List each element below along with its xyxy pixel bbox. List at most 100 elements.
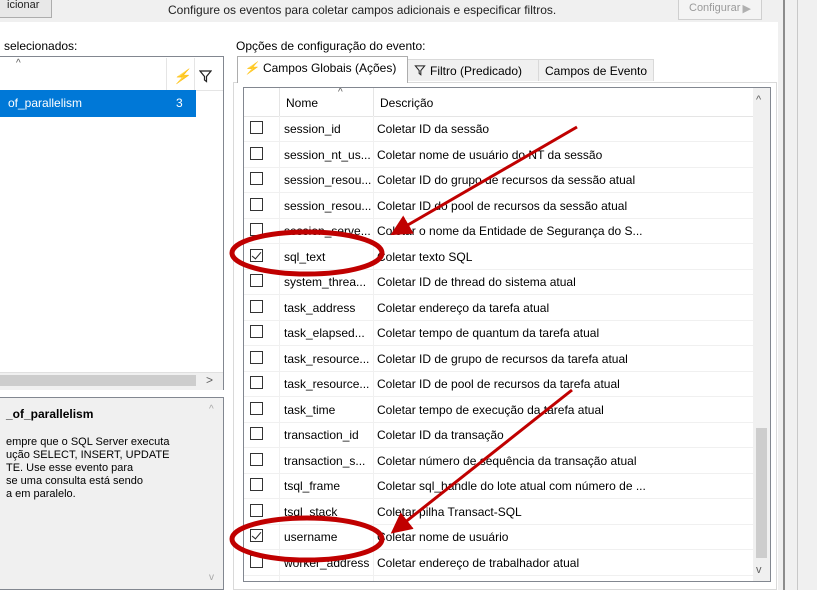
field-name: transaction_id: [284, 428, 359, 442]
field-description: Coletar número de sequência da transação…: [377, 453, 637, 468]
table-row[interactable]: worker_address Coletar endereço de trabal…: [244, 550, 754, 576]
horizontal-scroll-thumb[interactable]: [0, 375, 196, 386]
selected-events-name-column[interactable]: [0, 58, 167, 90]
field-name: tsql_frame: [284, 479, 341, 493]
field-description: Coletar ID de pool de recursos da tarefa…: [377, 377, 620, 391]
field-name: session_serve...: [284, 224, 371, 238]
grid-scroll-thumb[interactable]: [756, 428, 767, 558]
event-description-title: _of_parallelism: [6, 407, 94, 421]
field-description: Coletar ID de thread do sistema atual: [377, 275, 576, 289]
table-row[interactable]: task_time Coletar tempo de execução da ta…: [244, 397, 754, 423]
tab-global-fields[interactable]: ⚡ Campos Globais (Ações): [237, 56, 408, 83]
configure-button-label: Configurar: [689, 2, 741, 14]
event-config-label: Opções de configuração do evento:: [236, 39, 426, 53]
global-fields-grid[interactable]: Nome ^ Descrição session_id Coletar ID da…: [243, 87, 771, 582]
scroll-down-icon[interactable]: v: [756, 564, 762, 576]
table-row[interactable]: sql_text Coletar texto SQL: [244, 244, 754, 270]
field-checkbox[interactable]: [250, 427, 263, 440]
field-name: task_resource...: [284, 377, 370, 391]
column-header-description[interactable]: Descrição: [380, 96, 433, 110]
field-description: Coletar texto SQL: [377, 249, 473, 264]
table-row[interactable]: session_nt_us... Coletar nome de usuário …: [244, 142, 754, 168]
field-name: task_address: [284, 300, 356, 315]
field-checkbox[interactable]: [250, 376, 263, 389]
table-row[interactable]: session_id Coletar ID da sessão: [244, 116, 754, 142]
sort-ascending-icon: ^: [16, 58, 21, 69]
scroll-down-icon[interactable]: v: [209, 572, 214, 583]
table-row[interactable]: session_resou... Coletar ID do pool de re…: [244, 193, 754, 219]
table-row[interactable]: transaction_id Coletar ID da transação: [244, 422, 754, 448]
field-checkbox[interactable]: [250, 529, 263, 542]
field-description: Coletar sql_handle do lote atual com núm…: [377, 479, 646, 493]
table-row[interactable]: task_elapsed... Coletar tempo de quantum …: [244, 320, 754, 346]
field-name: username: [284, 530, 338, 544]
window-divider: [783, 0, 785, 590]
field-checkbox[interactable]: [250, 197, 263, 211]
field-name: sql_text: [284, 249, 326, 264]
funnel-icon: [414, 65, 426, 76]
table-row[interactable]: task_address Coletar endereço da tarefa a…: [244, 295, 754, 321]
table-row[interactable]: session_serve... Coletar o nome da Entida…: [244, 218, 754, 244]
scroll-right-icon[interactable]: >: [206, 373, 213, 387]
window-divider-secondary: [797, 0, 798, 590]
field-checkbox[interactable]: [250, 503, 263, 517]
field-checkbox[interactable]: [250, 325, 263, 338]
column-header-name[interactable]: Nome: [286, 96, 318, 110]
field-name: session_resou...: [284, 173, 372, 187]
field-checkbox[interactable]: [250, 554, 263, 568]
description-scrollbar[interactable]: [205, 398, 223, 590]
lightning-icon: ⚡: [173, 68, 191, 84]
field-name: worker_address: [284, 555, 370, 570]
table-row[interactable]: session_resou... Coletar ID do grupo de r…: [244, 167, 754, 193]
sort-ascending-icon: ^: [338, 87, 343, 98]
tab-filter-label: Filtro (Predicado): [430, 64, 523, 78]
field-description: Coletar pilha Transact-SQL: [377, 504, 522, 519]
field-name: session_nt_us...: [284, 147, 371, 162]
table-row[interactable]: username Coletar nome de usuário: [244, 524, 754, 550]
selected-event-action-count: 3: [176, 96, 183, 110]
field-description: Coletar o nome da Entidade de Segurança …: [377, 224, 643, 238]
scroll-up-icon[interactable]: ^: [209, 404, 214, 415]
field-checkbox[interactable]: [250, 452, 263, 466]
table-row[interactable]: task_resource... Coletar ID de pool de re…: [244, 371, 754, 397]
event-description-text: empre que o SQL Server executa ução SELE…: [6, 436, 170, 500]
selected-events-label: selecionados:: [4, 39, 78, 53]
field-checkbox[interactable]: [250, 274, 263, 287]
field-checkbox[interactable]: [250, 350, 263, 364]
scroll-up-icon[interactable]: ^: [756, 94, 761, 106]
field-description: Coletar nome de usuário do NT da sessão: [377, 147, 603, 162]
field-checkbox[interactable]: [250, 223, 263, 236]
field-name: task_elapsed...: [284, 326, 365, 340]
table-row[interactable]: tsql_frame Coletar sql_handle do lote atu…: [244, 473, 754, 499]
selected-event-name: of_parallelism: [8, 96, 83, 110]
tab-event-fields[interactable]: Campos de Evento: [538, 59, 654, 81]
field-checkbox[interactable]: [250, 248, 263, 262]
tab-filter[interactable]: Filtro (Predicado): [407, 59, 539, 81]
field-name: session_id: [284, 122, 341, 136]
configure-button[interactable]: Configurar ▶: [678, 0, 762, 20]
table-row[interactable]: system_threa... Coletar ID de thread do s…: [244, 269, 754, 295]
funnel-icon: [199, 70, 212, 83]
field-description: Coletar tempo de quantum da tarefa atual: [377, 326, 600, 340]
field-checkbox[interactable]: [250, 121, 263, 134]
lightning-icon: ⚡: [244, 61, 259, 75]
add-event-button[interactable]: icionar: [0, 0, 52, 18]
field-checkbox[interactable]: [250, 401, 263, 415]
field-description: Coletar endereço da tarefa atual: [377, 300, 550, 315]
field-description: Coletar ID do grupo de recursos da sessã…: [377, 173, 636, 187]
tab-event-fields-label: Campos de Evento: [545, 64, 648, 78]
field-checkbox[interactable]: [250, 172, 263, 185]
configure-arrow-icon: ▶: [742, 3, 751, 15]
field-checkbox[interactable]: [250, 146, 263, 160]
field-name: task_resource...: [284, 351, 370, 366]
table-row[interactable]: transaction_s... Coletar número de sequên…: [244, 448, 754, 474]
field-name: session_resou...: [284, 198, 372, 213]
table-row[interactable]: task_resource... Coletar ID de grupo de r…: [244, 346, 754, 372]
field-checkbox[interactable]: [250, 478, 263, 491]
field-description: Coletar endereço de trabalhador atual: [377, 555, 580, 570]
grid-header-divider: [279, 88, 280, 116]
field-description: Coletar tempo de execução da tarefa atua…: [377, 402, 604, 417]
field-checkbox[interactable]: [250, 299, 263, 313]
toolbar-hint-text: Configure os eventos para coletar campos…: [168, 3, 557, 17]
table-row[interactable]: tsql_stack Coletar pilha Transact-SQL: [244, 499, 754, 525]
